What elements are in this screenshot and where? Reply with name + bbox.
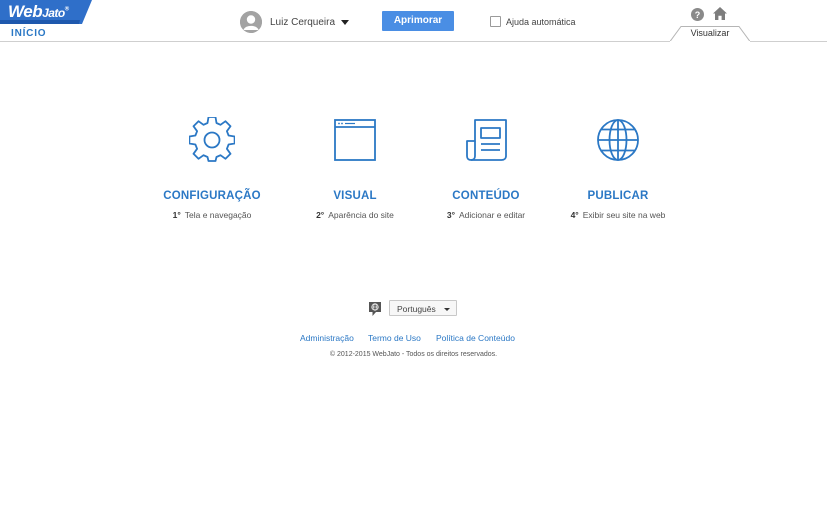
- browser-window-icon: [334, 119, 376, 161]
- ajuda-label: Ajuda automática: [506, 16, 576, 27]
- top-header: WebJato® INÍCIO Luiz Cerqueira Aprimorar…: [0, 0, 827, 42]
- step-description: 4° Exibir seu site na web: [570, 210, 666, 220]
- chevron-down-icon: [444, 308, 450, 311]
- inicio-link[interactable]: INÍCIO: [11, 28, 46, 39]
- step-number: 1°: [172, 210, 181, 220]
- tab-visualizar[interactable]: Visualizar: [670, 26, 750, 42]
- step-number: 2°: [316, 210, 325, 220]
- step-visual[interactable]: VISUAL 2° Aparência do site: [280, 117, 430, 220]
- user-silhouette-icon: [240, 11, 262, 33]
- language-select[interactable]: Português: [389, 300, 457, 316]
- step-number: 4°: [570, 210, 579, 220]
- user-menu[interactable]: Luiz Cerqueira: [240, 11, 350, 33]
- chevron-down-icon: [341, 19, 350, 25]
- language-selected: Português: [397, 304, 436, 314]
- svg-text:?: ?: [695, 10, 701, 20]
- ajuda-automatica-toggle[interactable]: Ajuda automática: [490, 16, 576, 27]
- copyright: © 2012-2015 WebJato - Todos os direitos …: [329, 351, 498, 358]
- step-description: 2° Aparência do site: [316, 210, 394, 220]
- gear-icon: [189, 117, 235, 162]
- step-title: VISUAL: [333, 190, 377, 202]
- home-icon[interactable]: [713, 7, 727, 20]
- step-publicar[interactable]: PUBLICAR 4° Exibir seu site na web: [543, 117, 693, 220]
- globe-icon: [597, 119, 639, 161]
- tab-label: Visualizar: [690, 28, 730, 38]
- speech-globe-icon: [369, 302, 381, 316]
- step-conteudo[interactable]: CONTEÚDO 3° Adicionar e editar: [411, 117, 561, 220]
- footer-link-administracao[interactable]: Administração: [300, 333, 354, 343]
- step-description: 3° Adicionar e editar: [446, 210, 526, 220]
- question-circle-icon[interactable]: ?: [691, 8, 704, 21]
- step-description: 1° Tela e navegação: [172, 210, 252, 220]
- ajuda-checkbox[interactable]: [490, 16, 501, 27]
- step-title: CONFIGURAÇÃO: [163, 190, 261, 202]
- footer-link-politica-de-conteudo[interactable]: Política de Conteúdo: [436, 333, 515, 343]
- step-number: 3°: [446, 210, 455, 220]
- aprimorar-button[interactable]: Aprimorar: [382, 11, 454, 31]
- user-name: Luiz Cerqueira: [270, 16, 336, 28]
- step-configuracao[interactable]: CONFIGURAÇÃO 1° Tela e navegação: [137, 117, 287, 220]
- avatar: [240, 11, 262, 33]
- step-title: PUBLICAR: [587, 190, 649, 202]
- step-title: CONTEÚDO: [452, 190, 520, 202]
- newspaper-icon: [466, 119, 507, 161]
- footer-link-termo-de-uso[interactable]: Termo de Uso: [368, 333, 421, 343]
- logo-text: WebJato®: [8, 2, 69, 21]
